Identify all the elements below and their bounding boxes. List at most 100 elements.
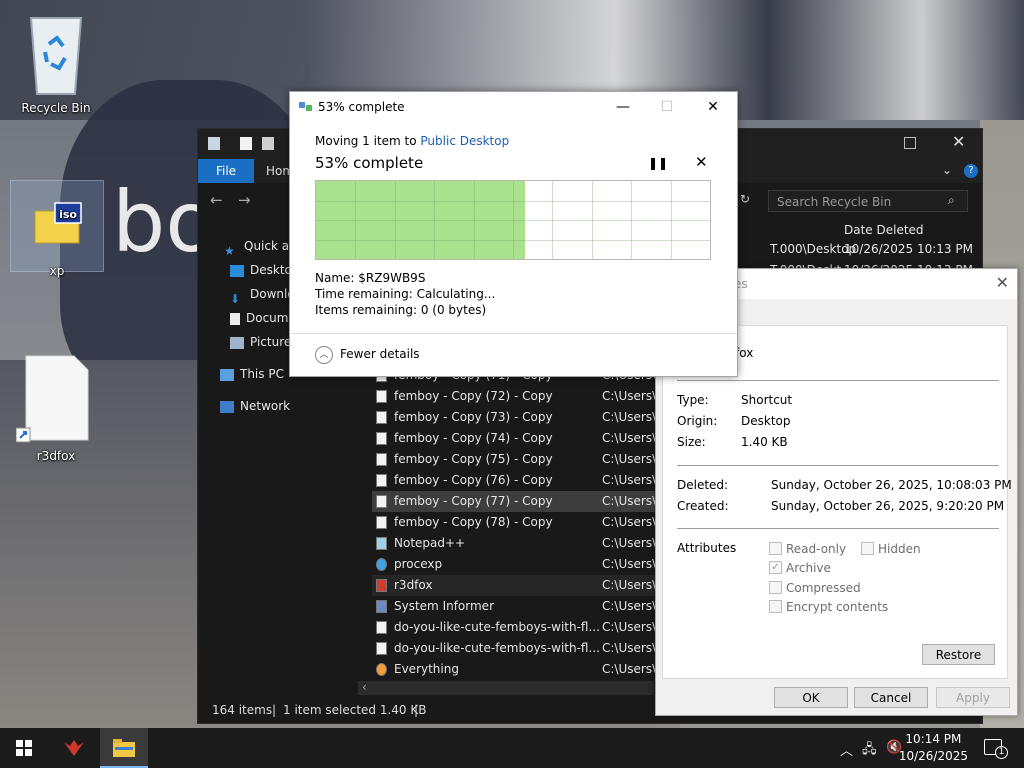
close-icon[interactable]: ✕ (690, 92, 736, 122)
file-name: procexp (394, 557, 443, 571)
apply-button[interactable]: Apply (936, 687, 1010, 708)
restore-button[interactable]: Restore (922, 644, 995, 665)
back-arrow-icon[interactable]: ← (210, 191, 223, 209)
forward-arrow-icon[interactable]: → (238, 191, 251, 209)
network-icon (220, 400, 234, 413)
refresh-icon[interactable]: ↻ (740, 192, 758, 210)
operation-description: Moving 1 item to Public Desktop (315, 134, 509, 148)
file-location: C:\Users\ (602, 452, 657, 466)
r3dfox-icon (376, 579, 387, 592)
download-arrow-icon: ⬇ (230, 291, 241, 306)
nav-item-pictures[interactable]: Picture (230, 332, 291, 352)
desktop-icon-label: xp (49, 264, 65, 278)
nav-item-documents[interactable]: Docum (230, 308, 288, 328)
desktop-icon-r3dfox[interactable]: r3dfox (15, 352, 96, 463)
progress-graph (315, 180, 711, 260)
attributes-label: Attributes (677, 541, 737, 555)
progress-titlebar[interactable]: 53% complete — ☐ ✕ (290, 92, 737, 122)
network-tray-icon[interactable]: 🖧 (862, 740, 877, 762)
file-name: femboy - Copy (72) - Copy (394, 389, 553, 403)
cell-date-deleted: 10/26/2025 10:13 PM (844, 242, 973, 256)
move-files-icon (299, 102, 312, 111)
clock-time: 10:14 PM (905, 732, 962, 746)
chevron-up-icon: ︿ (315, 346, 333, 364)
quick-access-toolbar-icon[interactable] (240, 137, 252, 150)
fewer-details-toggle[interactable]: ︿ Fewer details (290, 333, 737, 376)
notification-center-icon[interactable]: 1 (984, 739, 1008, 759)
moving-text: Moving 1 item to (315, 134, 421, 148)
recycle-bin-icon (29, 17, 83, 95)
ok-button[interactable]: OK (774, 687, 848, 708)
checkbox-box (861, 542, 874, 555)
maximize-icon[interactable] (904, 137, 916, 149)
file-location: C:\Users\ (602, 515, 657, 529)
nav-label: Docum (246, 311, 289, 325)
procexp-icon (376, 558, 387, 571)
progress-headline: 53% complete (315, 154, 424, 172)
system-informer-icon (376, 600, 387, 613)
quick-access-toolbar-icon[interactable] (262, 137, 274, 150)
start-button[interactable] (0, 728, 48, 768)
taskbar-app-r3dfox[interactable] (50, 728, 98, 768)
file-name: do-you-like-cute-femboys-with-fl... (394, 620, 600, 634)
close-icon[interactable]: ✕ (996, 273, 1009, 292)
file-name: femboy - Copy (76) - Copy (394, 473, 553, 487)
checkbox-box (769, 581, 782, 594)
chevron-up-icon[interactable]: ︿ (840, 740, 853, 759)
taskbar-app-file-explorer[interactable] (100, 728, 148, 768)
file-icon (376, 642, 387, 655)
everything-icon (376, 663, 387, 676)
nav-label: Network (240, 399, 291, 413)
desktop-icon-recycle-bin[interactable]: Recycle Bin (16, 10, 96, 115)
divider (677, 380, 999, 381)
pause-icon[interactable]: ❚❚ (648, 156, 668, 170)
minimize-icon[interactable]: — (600, 92, 646, 122)
divider (677, 528, 999, 529)
horizontal-scrollbar[interactable]: ‹ (358, 680, 654, 695)
file-location: C:\Users\ (602, 410, 657, 424)
cancel-button[interactable]: Cancel (854, 687, 928, 708)
file-icon (376, 411, 387, 424)
windows-logo-icon (16, 740, 32, 756)
checkbox-label: Archive (786, 561, 831, 575)
desktop-icon-label: r3dfox (36, 449, 76, 463)
nav-item-downloads[interactable]: ⬇ Downlo (230, 284, 295, 306)
encrypt-checkbox: Encrypt contents (769, 600, 888, 614)
star-icon: ★ (224, 243, 235, 258)
checkbox-label: Hidden (878, 542, 921, 556)
created-value: Sunday, October 26, 2025, 9:20:20 PM (771, 499, 1005, 513)
separator: | (414, 703, 419, 717)
file-icon (376, 621, 387, 634)
properties-general-tab: fox Type: Shortcut Origin: Desktop Size:… (662, 325, 1012, 679)
search-input[interactable]: Search Recycle Bin (768, 190, 968, 212)
destination-link[interactable]: Public Desktop (420, 134, 509, 148)
nav-item-this-pc[interactable]: This PC (220, 364, 284, 384)
file-name: Notepad++ (394, 536, 466, 550)
file-location: C:\Users\ (602, 599, 657, 613)
file-icon (376, 432, 387, 445)
fewer-details-label: Fewer details (340, 347, 420, 361)
file-name: femboy - Copy (74) - Copy (394, 431, 553, 445)
system-clock[interactable]: 10:14 PM 10/26/2025 (899, 731, 968, 765)
selection-info: 1 item selected 1.40 KB (283, 703, 427, 717)
clock-date: 10/26/2025 (898, 749, 968, 763)
chevron-down-icon[interactable]: ⌄ (942, 163, 952, 177)
search-icon: ⌕ (948, 193, 955, 207)
nav-item-network[interactable]: Network (220, 396, 290, 416)
column-header-date-deleted[interactable]: Date Deleted (844, 223, 924, 237)
deleted-value: Sunday, October 26, 2025, 10:08:03 PM (771, 478, 1012, 492)
tab-file[interactable]: File (198, 159, 254, 183)
help-icon[interactable]: ? (964, 164, 978, 178)
compressed-checkbox: Compressed (769, 581, 861, 595)
file-name: do-you-like-cute-femboys-with-fl... (394, 641, 600, 655)
close-icon[interactable]: ✕ (952, 132, 965, 151)
nav-item-quick-access[interactable]: ★ Quick ac (224, 236, 296, 258)
file-operation-dialog[interactable]: 53% complete — ☐ ✕ Moving 1 item to Publ… (289, 91, 738, 377)
cancel-x-icon[interactable]: ✕ (695, 153, 708, 171)
desktop-icon-xp[interactable]: iso xp (10, 180, 104, 278)
file-location: C:\Users\ (602, 389, 657, 403)
file-location: C:\Users\ (602, 473, 657, 487)
desktop-icon-label: Recycle Bin (21, 101, 91, 115)
file-name: femboy - Copy (77) - Copy (394, 494, 553, 508)
chevron-left-icon[interactable]: ‹ (362, 680, 367, 694)
